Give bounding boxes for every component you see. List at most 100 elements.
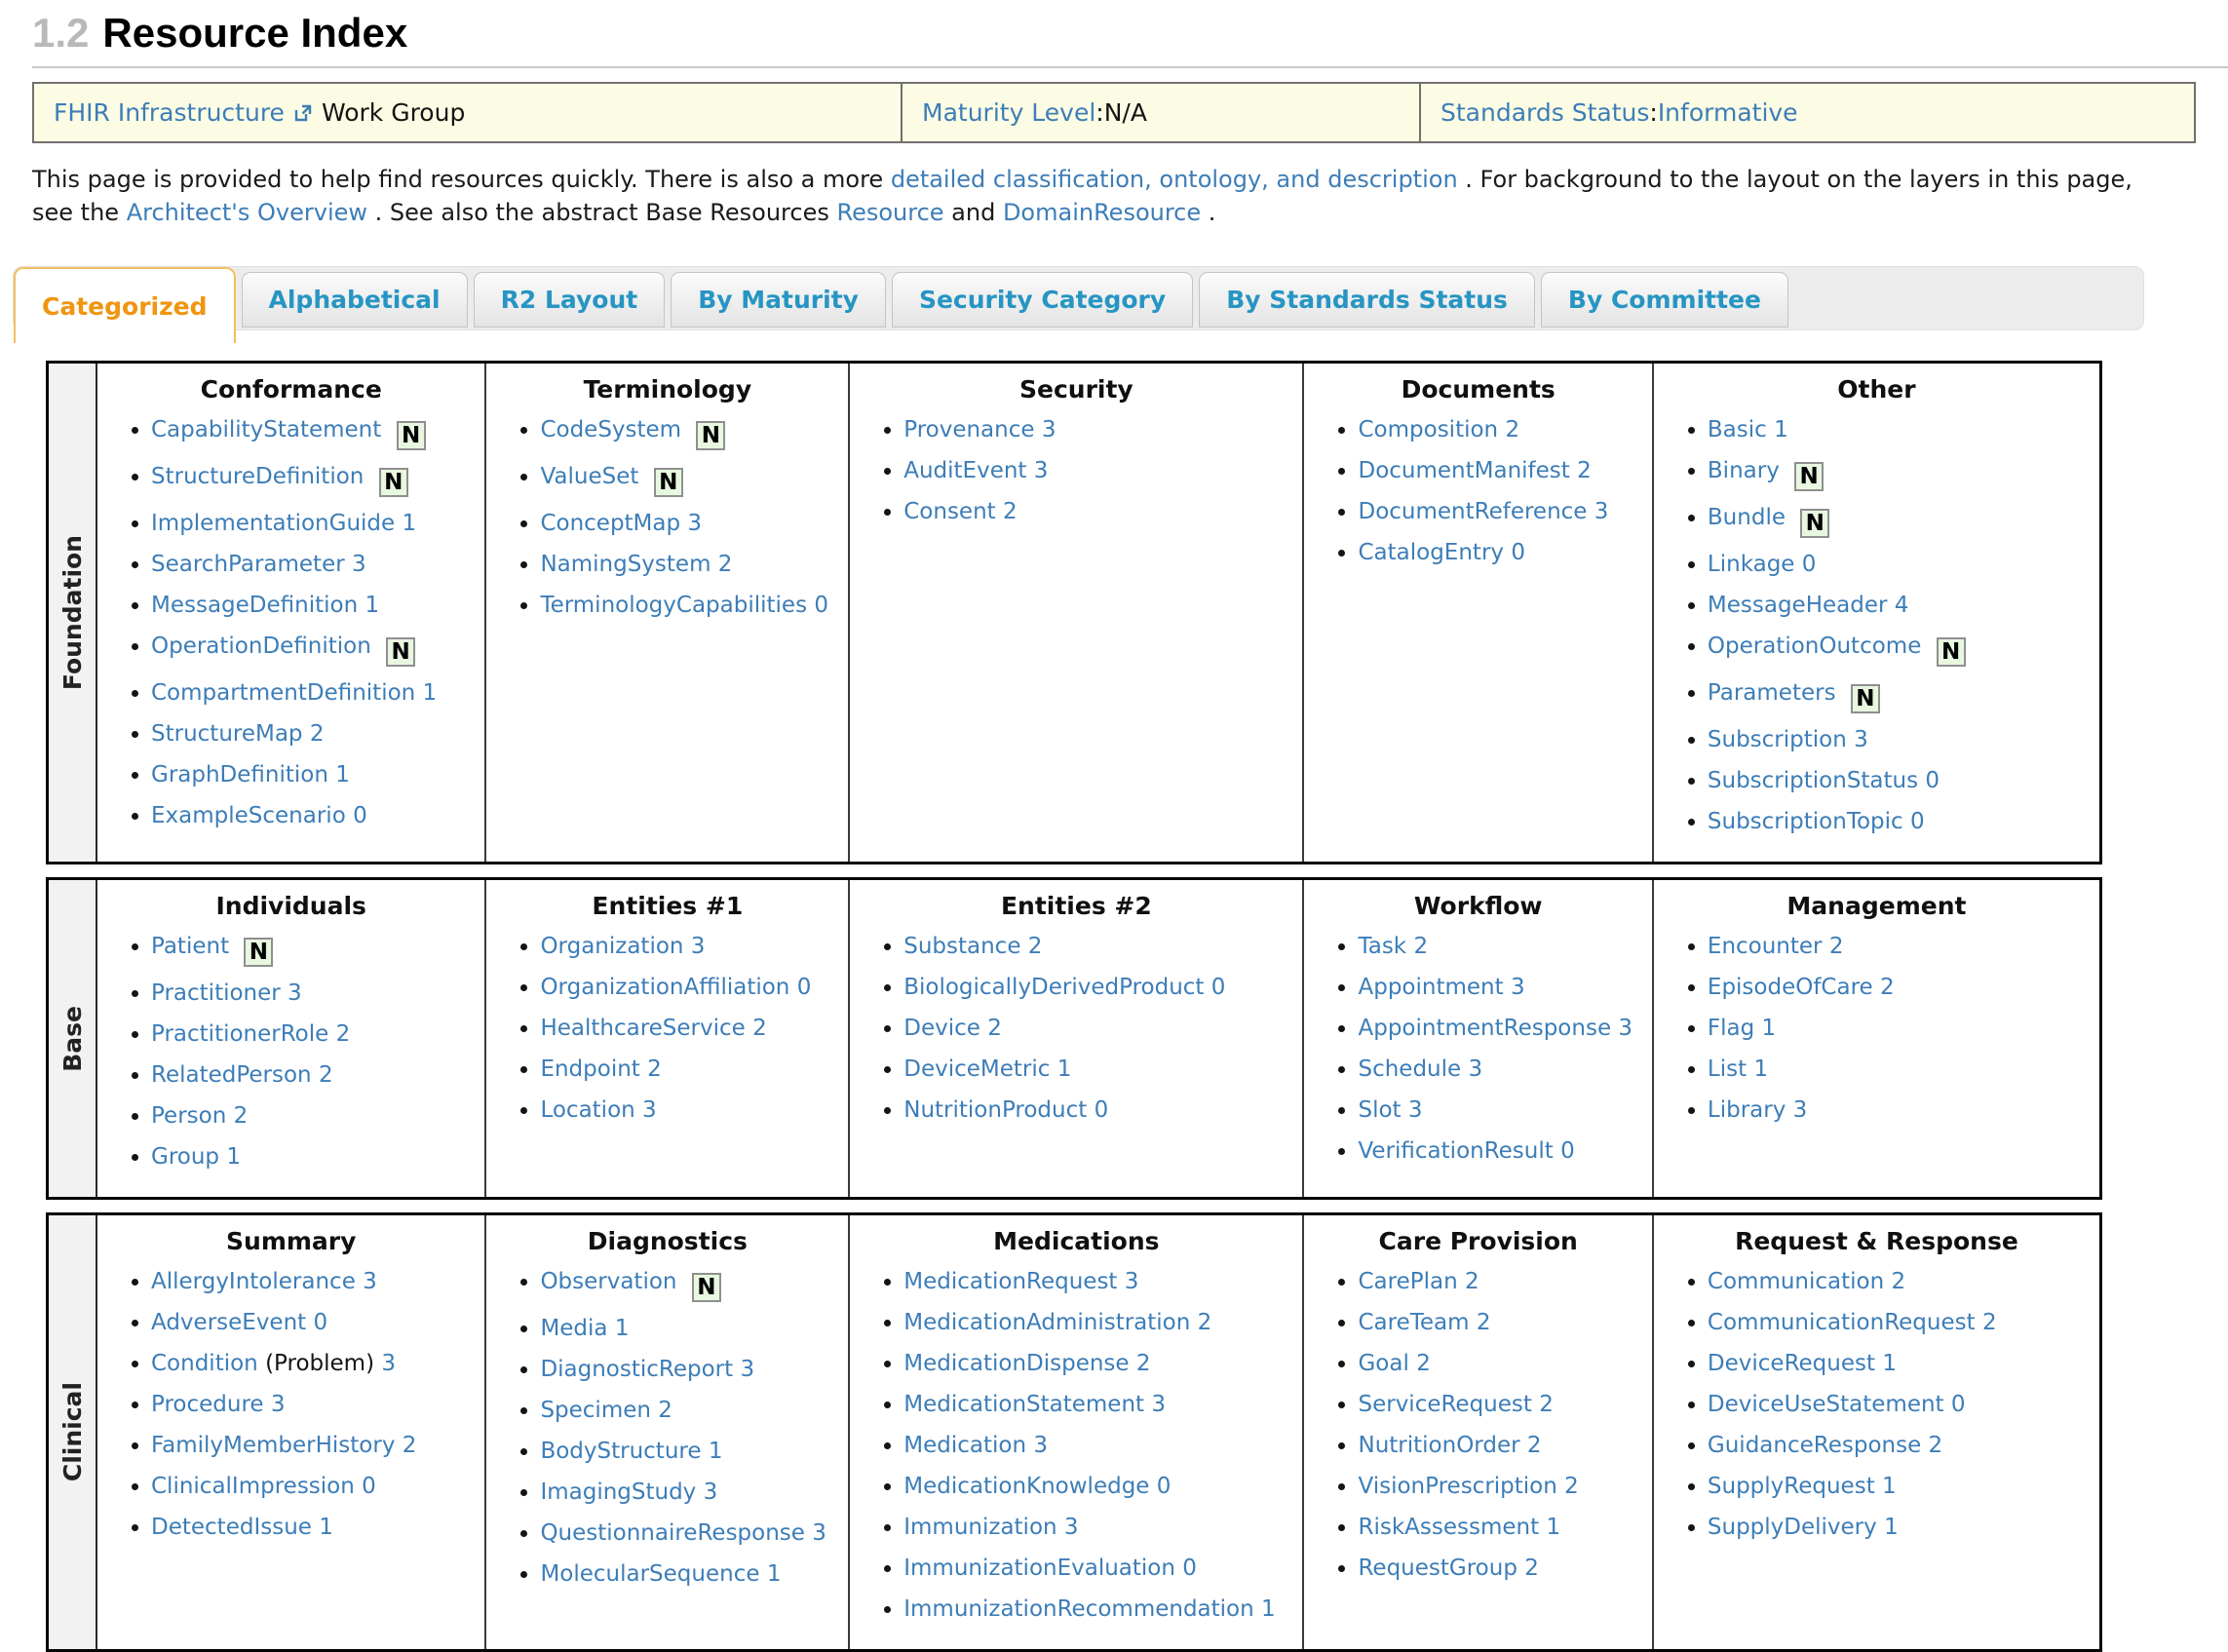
resource-link[interactable]: StructureMap [151,721,303,747]
resource-link[interactable]: Substance [903,934,1020,959]
resource-link[interactable]: DocumentReference [1358,499,1587,524]
resource-link[interactable]: Location [540,1097,634,1123]
tab[interactable]: Security Category [892,272,1193,327]
maturity-level-number[interactable]: 4 [1895,593,1909,618]
resource-link[interactable]: CapabilityStatement [151,417,381,442]
resource-link[interactable]: DeviceMetric [903,1057,1050,1082]
standards-status-link[interactable]: Standards Status [1441,98,1649,127]
resource-link[interactable]: SupplyRequest [1708,1474,1875,1499]
maturity-level-number[interactable]: 3 [381,1351,396,1376]
tab[interactable]: By Committee [1541,272,1788,327]
maturity-level-number[interactable]: 0 [814,593,828,618]
resource-link[interactable]: Flag [1708,1016,1754,1041]
maturity-level-link[interactable]: Maturity Level [922,98,1095,127]
resource-link[interactable]: Basic [1708,417,1767,442]
resource-link[interactable]: TerminologyCapabilities [540,593,807,618]
maturity-level-number[interactable]: 1 [1261,1596,1276,1622]
work-group-link[interactable]: FHIR Infrastructure [54,98,285,127]
maturity-level-number[interactable]: 2 [234,1103,249,1129]
resource-link[interactable]: MedicationDispense [903,1351,1129,1376]
maturity-level-number[interactable]: 1 [226,1144,241,1170]
maturity-level-number[interactable]: 3 [740,1357,754,1382]
normative-badge[interactable]: N [397,421,426,450]
resource-link[interactable]: NutritionProduct [903,1097,1087,1123]
normative-badge[interactable]: N [244,938,273,967]
resource-link[interactable]: OrganizationAffiliation [540,975,789,1000]
normative-badge[interactable]: N [386,637,415,667]
maturity-level-number[interactable]: 2 [1198,1310,1212,1335]
resource-link[interactable]: VerificationResult [1358,1138,1553,1164]
maturity-level-number[interactable]: 3 [271,1392,286,1417]
resource-link[interactable]: ConceptMap [540,511,680,536]
resource-link[interactable]: Specimen [540,1398,651,1423]
maturity-level-number[interactable]: 1 [319,1515,333,1540]
resource-link[interactable]: List [1708,1057,1747,1082]
resource-link[interactable]: NamingSystem [540,552,711,577]
resource-link[interactable]: AdverseEvent [151,1310,306,1335]
maturity-level-number[interactable]: 0 [1095,1097,1109,1123]
maturity-level-number[interactable]: 1 [1882,1474,1897,1499]
maturity-level-number[interactable]: 2 [987,1016,1002,1041]
resource-link[interactable]: VisionPrescription [1358,1474,1556,1499]
resource-link[interactable]: DetectedIssue [151,1515,312,1540]
maturity-level-number[interactable]: 0 [1802,552,1817,577]
maturity-level-number[interactable]: 3 [1064,1515,1079,1540]
maturity-level-number[interactable]: 3 [363,1269,377,1294]
maturity-level-number[interactable]: 2 [658,1398,672,1423]
normative-badge[interactable]: N [654,468,683,497]
maturity-level-number[interactable]: 1 [1546,1515,1560,1540]
maturity-level-number[interactable]: 1 [365,593,380,618]
resource-link[interactable]: SearchParameter [151,552,345,577]
resource-link[interactable]: MedicationStatement [903,1392,1144,1417]
maturity-level-number[interactable]: 2 [1829,934,1844,959]
normative-badge[interactable]: N [696,421,725,450]
resource-link[interactable]: CatalogEntry [1358,540,1504,565]
resource-link[interactable]: BiologicallyDerivedProduct [903,975,1204,1000]
resource-link[interactable]: DeviceRequest [1708,1351,1875,1376]
resource-link[interactable]: MedicationRequest [903,1269,1117,1294]
resource-link[interactable]: DeviceUseStatement [1708,1392,1944,1417]
resource-link[interactable]: ImmunizationRecommendation [903,1596,1253,1622]
tab[interactable]: Alphabetical [242,272,468,327]
maturity-level-number[interactable]: 3 [687,511,702,536]
maturity-level-number[interactable]: 3 [1042,417,1056,442]
resource-link[interactable]: ServiceRequest [1358,1392,1531,1417]
maturity-level-number[interactable]: 2 [1465,1269,1479,1294]
maturity-level-number[interactable]: 2 [647,1057,662,1082]
maturity-level-number[interactable]: 2 [718,552,733,577]
maturity-level-number[interactable]: 2 [752,1016,767,1041]
maturity-level-number[interactable]: 1 [767,1561,782,1587]
maturity-level-number[interactable]: 0 [353,803,367,828]
maturity-level-number[interactable]: 3 [1151,1392,1166,1417]
maturity-level-number[interactable]: 2 [1880,975,1895,1000]
maturity-level-number[interactable]: 3 [1408,1097,1423,1123]
maturity-level-number[interactable]: 2 [1524,1556,1539,1581]
resource-link[interactable]: Linkage [1708,552,1795,577]
maturity-level-number[interactable]: 3 [1793,1097,1808,1123]
maturity-level-number[interactable]: 3 [1125,1269,1139,1294]
resource-link[interactable]: DiagnosticReport [540,1357,733,1382]
maturity-level-number[interactable]: 1 [1774,417,1788,442]
maturity-level-number[interactable]: 1 [1762,1016,1777,1041]
maturity-level-number[interactable]: 3 [704,1479,718,1505]
maturity-level-number[interactable]: 0 [1182,1556,1197,1581]
resource-link[interactable]: EpisodeOfCare [1708,975,1873,1000]
maturity-level-number[interactable]: 1 [402,511,416,536]
maturity-level-number[interactable]: 0 [1910,809,1925,834]
resource-link[interactable]: MedicationKnowledge [903,1474,1149,1499]
maturity-level-number[interactable]: 3 [1469,1057,1483,1082]
maturity-level-number[interactable]: 1 [1753,1057,1768,1082]
maturity-level-number[interactable]: 2 [1028,934,1043,959]
resource-link[interactable]: FamilyMemberHistory [151,1433,395,1458]
resource-link[interactable]: Provenance [903,417,1034,442]
maturity-level-number[interactable]: 0 [362,1474,376,1499]
resource-link[interactable]: Medication [903,1433,1026,1458]
resource-link[interactable]: Procedure [151,1392,264,1417]
resource-link[interactable]: RequestGroup [1358,1556,1517,1581]
maturity-level-number[interactable]: 3 [1033,1433,1048,1458]
maturity-level-number[interactable]: 3 [288,980,302,1006]
resource-link[interactable]: ExampleScenario [151,803,346,828]
maturity-level-number[interactable]: 0 [797,975,812,1000]
resource-link[interactable]: Goal [1358,1351,1408,1376]
tab[interactable]: By Maturity [671,272,886,327]
